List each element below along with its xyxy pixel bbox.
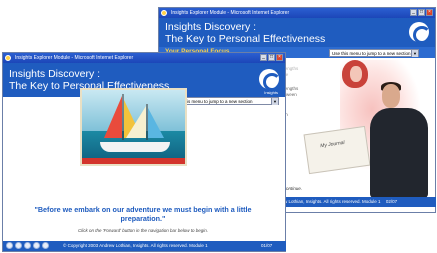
jump-menu-value: Use this menu to jump to a new section [332, 51, 411, 56]
app-title-line2: The Key to Personal Effectiveness [165, 33, 326, 45]
chevron-down-icon: ▼ [411, 50, 418, 57]
minimize-button[interactable]: _ [410, 9, 417, 16]
close-button[interactable]: × [426, 9, 433, 16]
maximize-button[interactable]: □ [268, 54, 275, 61]
insights-logo-icon [409, 22, 431, 44]
front-window-title: Insights Explorer Module - Microsoft Int… [15, 55, 134, 61]
back-footer: w Lothian, Insights. All rights reserved… [280, 197, 436, 207]
front-footer: © Copyright 2003 Andrew Lothian, Insight… [3, 241, 286, 251]
quote-text: "Before we embark on our adventure we mu… [34, 205, 252, 223]
man-head [382, 84, 400, 108]
boat-hull [100, 142, 170, 152]
jump-menu-select[interactable]: Use this menu to jump to a new section ▼ [329, 49, 419, 57]
copyright-text: © Copyright 2003 Andrew Lothian, Insight… [63, 243, 208, 248]
minimize-button[interactable]: _ [260, 54, 267, 61]
logo-text: Insights [264, 90, 278, 95]
close-button[interactable]: × [276, 54, 283, 61]
back-footer-text: w Lothian, Insights. All rights reserved… [284, 199, 381, 204]
stripe [82, 158, 185, 164]
back-window-title: Insights Explorer Module - Microsoft Int… [171, 10, 290, 16]
sails-graphic [104, 94, 164, 140]
app-title-line1: Insights Discovery : [165, 21, 257, 33]
forward-nav-icon[interactable] [15, 242, 22, 249]
chevron-down-icon: ▼ [271, 98, 278, 105]
back-nav-icon[interactable] [6, 242, 13, 249]
window-controls: _ □ × [260, 54, 283, 61]
man-photo [370, 108, 428, 198]
ie-icon [5, 55, 11, 61]
front-page-number: 01/07 [261, 243, 273, 248]
journal-card: My Journal [303, 125, 371, 175]
front-titlebar: Insights Explorer Module - Microsoft Int… [3, 53, 285, 63]
app-title-line1: Insights Discovery : [9, 68, 101, 80]
home-nav-icon[interactable] [24, 242, 31, 249]
help-nav-icon[interactable] [33, 242, 40, 249]
window-controls: _ □ × [410, 9, 433, 16]
maximize-button[interactable]: □ [418, 9, 425, 16]
ie-icon [161, 10, 167, 16]
insights-logo-icon [259, 69, 281, 91]
back-header: Insights Discovery : The Key to Personal… [159, 18, 435, 47]
sailboat-image [80, 88, 187, 166]
back-titlebar: Insights Explorer Module - Microsoft Int… [159, 8, 435, 18]
jump-menu-select[interactable]: Use this menu to jump to a new section ▼ [171, 97, 279, 105]
woman-face [350, 66, 362, 82]
exit-nav-icon[interactable] [42, 242, 49, 249]
hint-text: Click on the 'Forward' button in the nav… [77, 228, 209, 233]
back-page-number: 02/07 [385, 199, 398, 204]
